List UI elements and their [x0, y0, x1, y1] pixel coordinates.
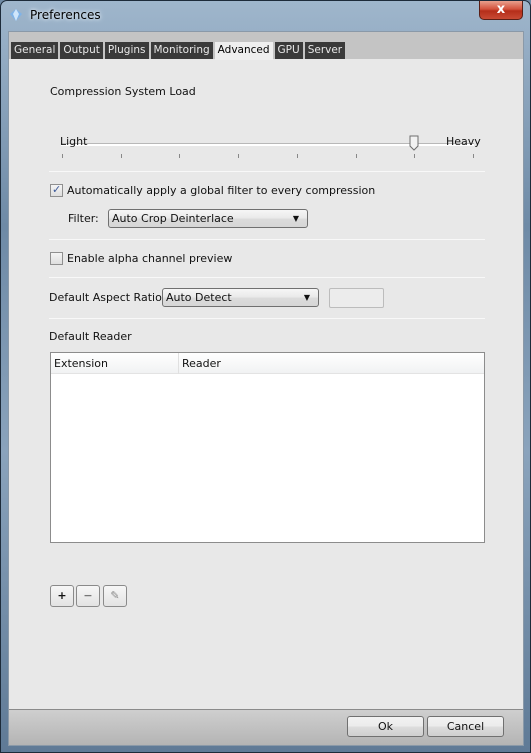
preferences-window: Preferences x General Output Plugins Monito…: [0, 0, 531, 753]
aspect-ratio-select[interactable]: Auto Detect ▼: [162, 288, 319, 307]
edit-reader-button[interactable]: ✎: [103, 585, 127, 607]
global-filter-checkbox[interactable]: ✓: [50, 183, 63, 197]
slider-tick: [179, 154, 180, 158]
separator: [49, 318, 485, 319]
slider-tick: [297, 154, 298, 158]
slider-tick: [356, 154, 357, 158]
filter-select[interactable]: Auto Crop Deinterlace ▼: [108, 209, 308, 228]
column-header-reader[interactable]: Reader: [179, 353, 221, 374]
load-max-label: Heavy: [446, 135, 481, 148]
separator: [49, 239, 485, 240]
slider-tick: [414, 154, 415, 158]
close-button[interactable]: x: [479, 1, 523, 20]
chevron-down-icon: ▼: [292, 214, 299, 223]
tab-advanced[interactable]: Advanced: [214, 42, 273, 60]
client-area: General Output Plugins Monitoring Advanced GP…: [8, 31, 524, 746]
tab-bar: General Output Plugins Monitoring Advanced GP…: [9, 32, 523, 60]
reader-table-header: Extension Reader: [51, 353, 484, 374]
aspect-ratio-label: Default Aspect Ratio:: [49, 291, 166, 304]
reader-table[interactable]: Extension Reader: [50, 352, 485, 543]
dialog-footer: Ok Cancel: [9, 709, 523, 745]
ok-button[interactable]: Ok: [347, 716, 424, 737]
chevron-down-icon: ▼: [303, 293, 310, 302]
add-reader-button[interactable]: +: [50, 585, 74, 607]
tab-output[interactable]: Output: [60, 42, 103, 59]
slider-tick: [121, 154, 122, 158]
alpha-preview-label: Enable alpha channel preview: [67, 252, 233, 265]
separator: [49, 277, 485, 278]
tab-general[interactable]: General: [11, 42, 59, 59]
filter-select-value: Auto Crop Deinterlace: [112, 212, 234, 225]
remove-reader-button[interactable]: −: [76, 585, 100, 607]
app-icon: [10, 9, 22, 21]
load-slider-thumb[interactable]: [409, 135, 419, 151]
tab-gpu[interactable]: GPU: [274, 42, 303, 59]
checkmark-icon: ✓: [52, 183, 62, 196]
advanced-panel: Compression System Load Light Heavy ✓ Au…: [9, 59, 523, 709]
alpha-preview-checkbox[interactable]: ✓: [50, 252, 63, 265]
global-filter-label: Automatically apply a global filter to e…: [67, 184, 376, 197]
custom-aspect-ratio-field[interactable]: [329, 288, 384, 308]
tab-monitoring[interactable]: Monitoring: [150, 42, 213, 59]
close-icon: x: [496, 2, 506, 17]
column-header-extension[interactable]: Extension: [51, 353, 108, 374]
default-reader-label: Default Reader: [49, 330, 132, 343]
load-label: Compression System Load: [50, 85, 196, 98]
cancel-button[interactable]: Cancel: [427, 716, 504, 737]
aspect-ratio-select-value: Auto Detect: [166, 291, 232, 304]
filter-label: Filter:: [68, 212, 99, 225]
load-min-label: Light: [60, 135, 88, 148]
window-title: Preferences: [30, 8, 101, 22]
slider-tick: [238, 154, 239, 158]
minus-icon: −: [83, 589, 93, 602]
tab-server[interactable]: Server: [304, 42, 346, 59]
separator: [49, 171, 485, 172]
plus-icon: +: [57, 589, 67, 602]
tab-plugins[interactable]: Plugins: [104, 42, 149, 59]
pencil-icon: ✎: [110, 589, 120, 602]
slider-tick: [62, 154, 63, 158]
slider-tick: [473, 154, 474, 158]
title-bar[interactable]: Preferences x: [1, 1, 530, 31]
